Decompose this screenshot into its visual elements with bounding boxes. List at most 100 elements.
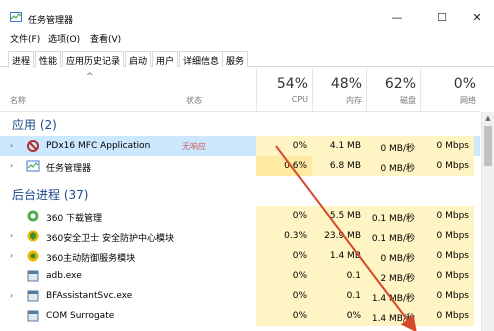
column-disk[interactable]: 62% 磁盘 [366, 68, 420, 112]
process-row[interactable]: 360 下载管理 0% 5.5 MB 0.1 MB/秒 0 Mbps [0, 206, 480, 226]
network-cell: 0 Mbps [420, 306, 474, 326]
cpu-value: 0% [292, 311, 307, 321]
minimize-button[interactable]: — [382, 8, 412, 28]
disk-cell: 0.1 MB/秒 [366, 226, 420, 246]
process-list: 应用 (2) › PDx16 MFC Application 无响应 0% 4.… [0, 112, 480, 331]
network-value: 0 Mbps [436, 311, 469, 321]
tab-app-history[interactable]: 应用历史记录 [62, 51, 125, 67]
disk-value: 1.4 MB/秒 [371, 314, 415, 324]
memory-value: 0.1 [346, 271, 361, 281]
network-value: 0 Mbps [436, 231, 469, 241]
360-shield-icon [27, 230, 39, 242]
cpu-cell: 0% [256, 246, 312, 266]
pdx-app-icon [27, 140, 39, 152]
disk-value: 0.1 MB/秒 [371, 234, 415, 244]
sort-caret-icon[interactable]: ^ [86, 72, 94, 82]
network-total: 0% [453, 76, 476, 92]
adb-icon [27, 270, 39, 282]
process-name: 360 下载管理 [46, 214, 103, 224]
cpu-total: 54% [276, 76, 308, 92]
status-not-responding: 无响应 [182, 142, 206, 151]
column-status[interactable]: 状态 [186, 95, 202, 106]
cpu-cell: 0% [256, 286, 312, 306]
process-row[interactable]: › 360主动防御服务模块 0% 1.4 MB 0 MB/秒 0 Mbps [0, 246, 480, 266]
process-name: adb.exe [46, 271, 82, 281]
vertical-scrollbar[interactable]: ▲ [481, 112, 494, 331]
expand-chevron-icon[interactable]: › [10, 291, 13, 300]
cpu-value: 0% [292, 271, 307, 281]
tab-details[interactable]: 详细信息 [179, 51, 224, 67]
tab-startup[interactable]: 启动 [125, 51, 152, 67]
tab-services[interactable]: 服务 [222, 51, 249, 67]
menu-options[interactable]: 选项(O) [48, 32, 80, 45]
tab-performance[interactable]: 性能 [35, 51, 62, 67]
disk-value: 0 MB/秒 [380, 144, 415, 154]
disk-cell: 2 MB/秒 [366, 266, 420, 286]
expand-chevron-icon[interactable]: › [10, 141, 13, 150]
process-name: 任务管理器 [46, 164, 92, 174]
column-memory[interactable]: 48% 内存 [312, 68, 366, 112]
close-button[interactable]: ✕ [462, 8, 492, 28]
disk-total: 62% [384, 76, 416, 92]
disk-cell: 0.1 MB/秒 [366, 206, 420, 226]
network-cell: 0 Mbps [420, 226, 474, 246]
memory-total: 48% [330, 76, 362, 92]
disk-value: 2 MB/秒 [380, 274, 415, 284]
column-cpu[interactable]: 54% CPU [256, 68, 312, 112]
section-background: 后台进程 (37) [0, 182, 480, 202]
window-title: 任务管理器 [28, 16, 74, 26]
network-label: 网络 [460, 96, 476, 105]
process-row[interactable]: adb.exe 0% 0.1 2 MB/秒 0 Mbps [0, 266, 480, 286]
disk-label: 磁盘 [400, 96, 416, 105]
tab-bar: 进程 性能 应用历史记录 启动 用户 详细信息 服务 [0, 48, 494, 68]
memory-value: 4.1 MB [329, 141, 361, 151]
expand-chevron-icon[interactable]: › [10, 251, 13, 260]
menu-view[interactable]: 查看(V) [90, 32, 121, 45]
process-row[interactable]: COM Surrogate 0% 0% 1.4 MB/秒 0 Mbps [0, 306, 480, 326]
column-name[interactable]: 名称 [10, 95, 26, 106]
scroll-up-icon[interactable]: ▲ [482, 112, 494, 124]
memory-value: 0.1 [346, 291, 361, 301]
maximize-button[interactable]: ☐ [427, 8, 457, 28]
cpu-cell: 0.6% [256, 156, 312, 176]
memory-value: 6.8 MB [329, 161, 361, 171]
disk-value: 0 MB/秒 [380, 164, 415, 174]
memory-cell: 0.1 [312, 286, 366, 306]
cpu-value: 0.6% [284, 161, 307, 171]
disk-cell: 0 MB/秒 [366, 136, 420, 156]
menu-file[interactable]: 文件(F) [10, 32, 40, 45]
network-value: 0 Mbps [436, 211, 469, 221]
process-name: COM Surrogate [46, 311, 115, 321]
scroll-thumb[interactable] [484, 126, 492, 166]
network-cell: 0 Mbps [420, 246, 474, 266]
memory-cell: 1.4 MB [312, 246, 366, 266]
section-apps: 应用 (2) [0, 112, 480, 132]
title-bar: 任务管理器 — ☐ ✕ [0, 0, 494, 30]
expand-chevron-icon[interactable]: › [10, 231, 13, 240]
memory-value: 1.4 MB [329, 251, 361, 261]
cpu-cell: 0% [256, 306, 312, 326]
tab-users[interactable]: 用户 [152, 51, 179, 67]
process-name: PDx16 MFC Application [46, 141, 151, 151]
section-apps-title: 应用 (2) [12, 118, 57, 132]
cpu-value: 0.3% [284, 231, 307, 241]
disk-value: 1.4 MB/秒 [371, 294, 415, 304]
process-row[interactable]: › 360安全卫士 安全防护中心模块 0.3% 23.9 MB 0.1 MB/秒… [0, 226, 480, 246]
expand-chevron-icon[interactable]: › [10, 161, 13, 170]
memory-label: 内存 [346, 96, 362, 105]
network-value: 0 Mbps [436, 251, 469, 261]
tab-processes[interactable]: 进程 [8, 51, 35, 68]
column-network[interactable]: 0% 网络 [420, 68, 480, 112]
network-value: 0 Mbps [436, 141, 469, 151]
cpu-cell: 0% [256, 206, 312, 226]
cpu-value: 0% [292, 141, 307, 151]
disk-cell: 1.4 MB/秒 [366, 286, 420, 306]
memory-cell: 23.9 MB [312, 226, 366, 246]
cpu-label: CPU [291, 95, 308, 104]
process-row[interactable]: › BFAssistantSvc.exe 0% 0.1 1.4 MB/秒 0 M… [0, 286, 480, 306]
process-row[interactable]: › 任务管理器 0.6% 6.8 MB 0 MB/秒 0 Mbps [0, 156, 480, 176]
disk-value: 0 MB/秒 [380, 254, 415, 264]
memory-value: 23.9 MB [324, 231, 361, 241]
process-row[interactable]: › PDx16 MFC Application 无响应 0% 4.1 MB 0 … [0, 136, 480, 156]
memory-cell: 5.5 MB [312, 206, 366, 226]
